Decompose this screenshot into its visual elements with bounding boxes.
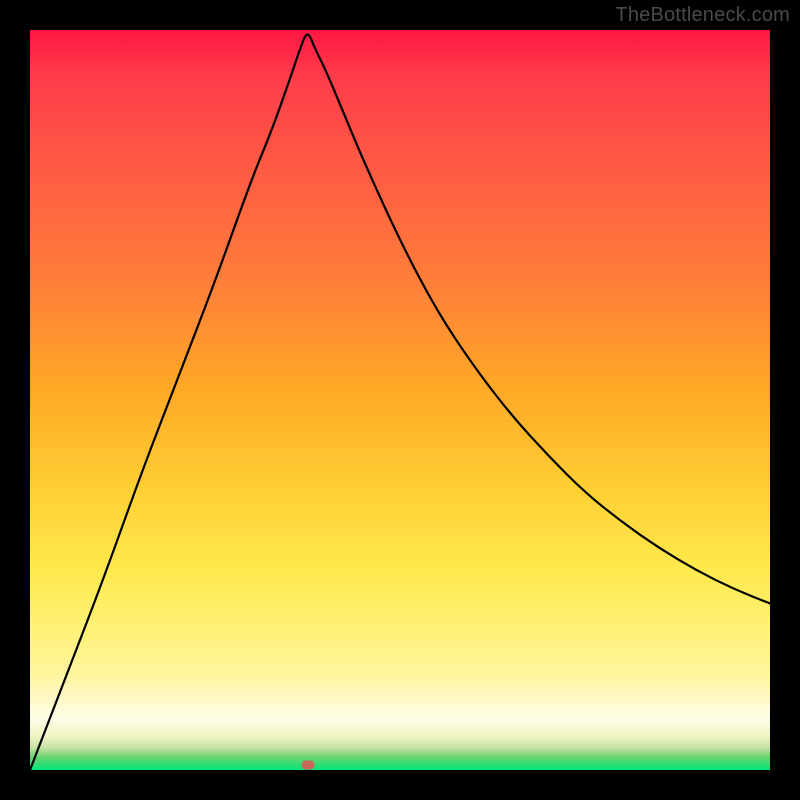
plot-area: [30, 30, 770, 770]
watermark-text: TheBottleneck.com: [615, 4, 790, 27]
optimum-marker: [301, 760, 314, 769]
chart-frame: TheBottleneck.com: [0, 0, 800, 800]
bottleneck-curve: [30, 30, 770, 770]
